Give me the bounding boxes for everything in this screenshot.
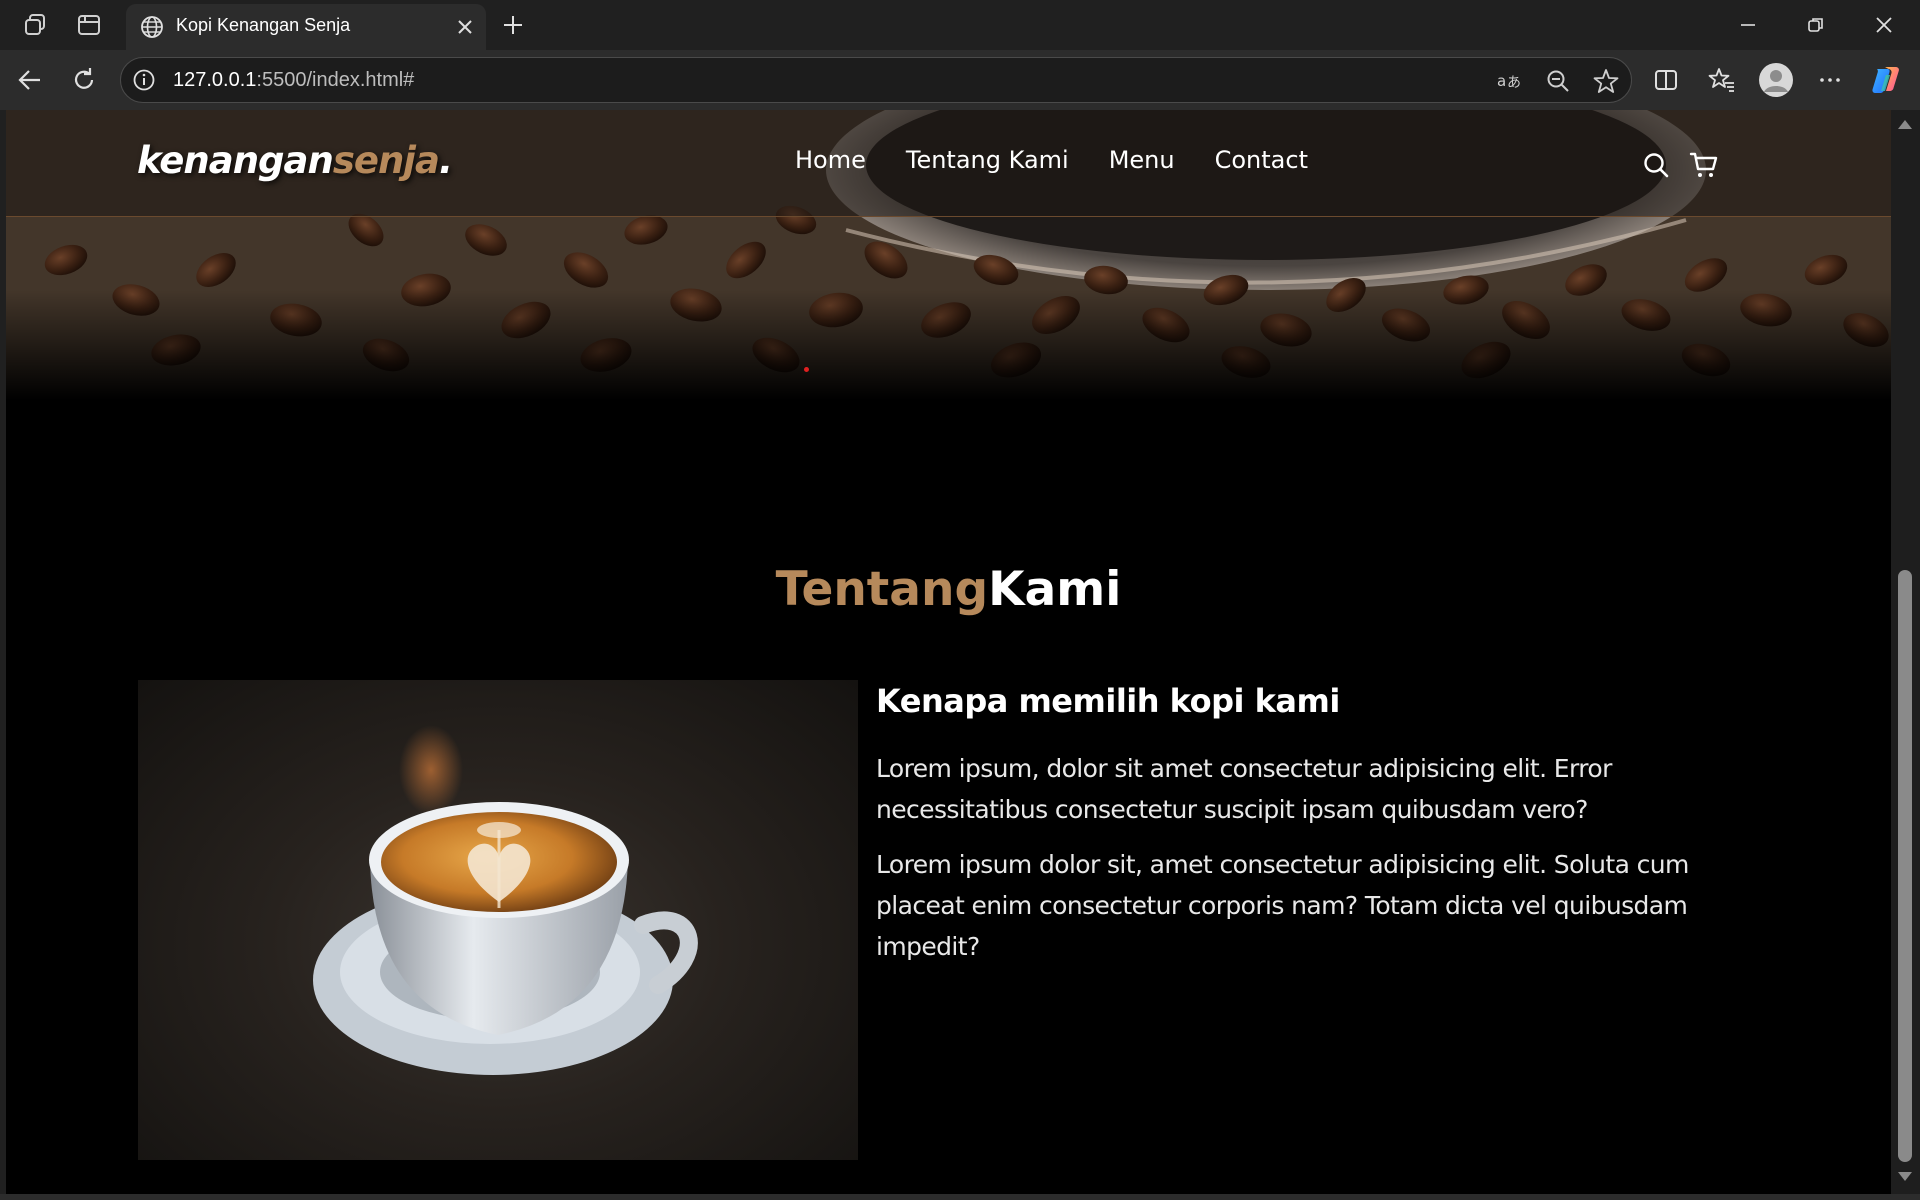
favorite-star-icon[interactable] xyxy=(1589,65,1623,97)
section-title: TentangKami xyxy=(6,562,1891,617)
address-bar[interactable]: 127.0.0.1:5500/index.html# aあ xyxy=(120,57,1632,103)
tab-actions-icon[interactable] xyxy=(72,9,106,41)
browser-tab-bar: Kopi Kenangan Senja xyxy=(0,0,1920,50)
nav-link-contact[interactable]: Contact xyxy=(1215,146,1308,174)
logo-accent: senja xyxy=(332,139,440,182)
nav-link-tentang-kami[interactable]: Tentang Kami xyxy=(906,146,1069,174)
copilot-icon[interactable] xyxy=(1866,60,1906,100)
about-paragraph-2: Lorem ipsum dolor sit, amet consectetur … xyxy=(876,850,1689,961)
search-icon[interactable] xyxy=(1638,147,1674,183)
svg-text:あ: あ xyxy=(1507,75,1521,91)
url-path: :5500/index.html# xyxy=(256,69,415,91)
refresh-icon[interactable] xyxy=(64,60,104,100)
favorites-icon[interactable] xyxy=(1702,60,1742,100)
about-paragraph-1: Lorem ipsum, dolor sit amet consectetur … xyxy=(876,754,1612,824)
scroll-up-arrow[interactable] xyxy=(1898,120,1912,129)
minimize-icon[interactable] xyxy=(1714,0,1782,50)
nav-links: Home Tentang Kami Menu Contact xyxy=(795,146,1348,174)
window-bottom-border xyxy=(0,1194,1920,1200)
logo-dot: . xyxy=(438,139,453,182)
section-title-accent: Tentang xyxy=(775,562,989,617)
restore-icon[interactable] xyxy=(1782,0,1850,50)
workspaces-icon[interactable] xyxy=(18,9,52,41)
nav-link-menu[interactable]: Menu xyxy=(1109,146,1175,174)
indicator-dot xyxy=(804,367,809,372)
new-tab-icon[interactable] xyxy=(496,9,530,41)
page-viewport: kenangansenja. Home Tentang Kami Menu Co… xyxy=(6,110,1891,1194)
about-coffee-cup-image xyxy=(138,680,858,1160)
scroll-down-arrow[interactable] xyxy=(1898,1172,1912,1181)
read-aloud-icon[interactable]: aあ xyxy=(1493,65,1527,97)
tab-title: Kopi Kenangan Senja xyxy=(176,15,351,35)
back-icon[interactable] xyxy=(10,60,50,100)
about-content: Kenapa memilih kopi kami Lorem ipsum, do… xyxy=(876,682,1746,981)
site-info-icon[interactable] xyxy=(131,67,157,93)
page-scrollbar[interactable] xyxy=(1891,110,1920,1194)
url-host: 127.0.0.1 xyxy=(173,69,257,91)
about-heading: Kenapa memilih kopi kami xyxy=(876,682,1340,720)
close-icon[interactable] xyxy=(452,14,478,40)
split-screen-icon[interactable] xyxy=(1646,60,1686,100)
svg-text:a: a xyxy=(1497,72,1506,90)
section-title-main: Kami xyxy=(988,562,1122,617)
more-icon[interactable] xyxy=(1810,60,1850,100)
nav-link-home[interactable]: Home xyxy=(795,146,866,174)
site-navbar: kenangansenja. Home Tentang Kami Menu Co… xyxy=(6,110,1891,217)
globe-icon xyxy=(138,13,166,41)
url-text[interactable]: 127.0.0.1:5500/index.html# xyxy=(173,69,414,92)
logo-main: kenangan xyxy=(137,139,334,182)
zoom-out-icon[interactable] xyxy=(1541,65,1575,97)
browser-toolbar: 127.0.0.1:5500/index.html# aあ xyxy=(0,50,1920,110)
profile-icon[interactable] xyxy=(1756,60,1796,100)
active-tab[interactable]: Kopi Kenangan Senja xyxy=(126,4,486,50)
shopping-cart-icon[interactable] xyxy=(1686,147,1722,183)
site-logo[interactable]: kenangansenja. xyxy=(137,139,453,182)
window-close-icon[interactable] xyxy=(1850,0,1918,50)
scroll-thumb[interactable] xyxy=(1898,570,1912,1162)
